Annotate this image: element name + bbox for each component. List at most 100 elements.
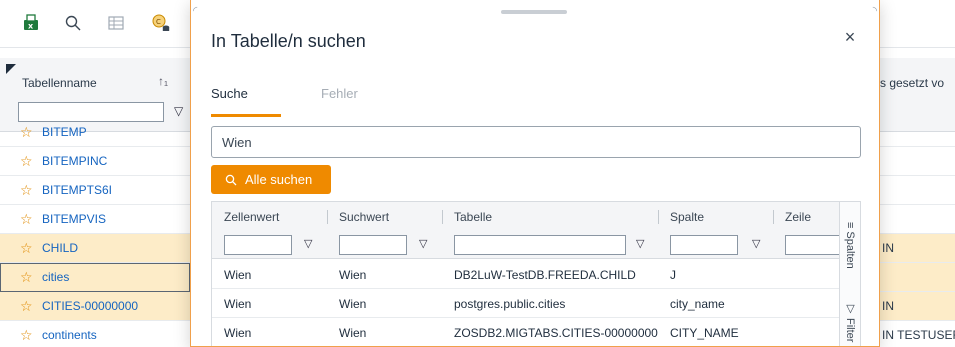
search-all-label: Alle suchen [245,172,313,187]
result-row[interactable]: Wien Wien postgres.public.cities city_name [212,289,840,318]
columns-side-tab[interactable]: ≡ Spalten [844,222,856,269]
close-button[interactable]: × [839,26,861,48]
table-row[interactable]: ☆ BITEMPINC [0,147,190,176]
cell-suchwert: Wien [339,268,367,282]
drag-handle[interactable] [501,10,567,14]
search-value-input[interactable] [211,126,861,158]
zeile-filter-input[interactable] [785,235,845,255]
table-name-link[interactable]: CITIES-00000000 [42,299,138,313]
table-name-link[interactable]: BITEMPTS6I [42,183,112,197]
favorite-star-icon[interactable]: ☆ [20,241,34,255]
results-header: Zellenwert Suchwert Tabelle Spalte Zeile [212,202,840,232]
zellenwert-filter-input[interactable] [224,235,292,255]
column-separator[interactable] [442,210,443,224]
search-in-tables-dialog: ◜ ◝ In Tabelle/n suchen × Suche Fehler A… [190,0,880,347]
cell-zellenwert: Wien [224,326,252,340]
cell-tabelle: DB2LuW-TestDB.FREEDA.CHILD [454,268,636,282]
resize-handle-left-icon[interactable]: ◜ [193,4,197,17]
tabelle-filter-input[interactable] [454,235,626,255]
cell-spalte: CITY_NAME [670,326,739,340]
cell-spalte: city_name [670,297,725,311]
column-header-tabellenname[interactable]: Tabellenname [22,76,97,90]
filter-icon[interactable]: ▽ [752,237,760,250]
columns-side-label: Spalten [844,231,856,269]
tab-fehler[interactable]: Fehler [321,84,358,101]
corner-indicator-icon [6,64,16,74]
table-row-right-cell: IN [870,234,955,263]
table-row-right-cell [870,118,955,147]
favorite-star-icon[interactable]: ☆ [20,183,34,197]
svg-text:C: C [156,18,161,26]
search-icon [225,174,237,185]
table-row[interactable]: ☆ BITEMPVIS [0,205,190,234]
favorite-star-icon[interactable]: ☆ [20,125,34,139]
clock-db-icon[interactable]: C [148,10,174,36]
favorite-star-icon[interactable]: ☆ [20,299,34,313]
cell-zellenwert: Wien [224,268,252,282]
column-header-zeile[interactable]: Zeile [785,210,811,224]
table-row[interactable]: ☆ BITEMP [0,118,190,147]
column-separator[interactable] [658,210,659,224]
table-row[interactable]: ☆ cities [0,263,190,292]
cell-zellenwert: Wien [224,297,252,311]
sort-ascending-icon[interactable]: ↑₁ [158,74,168,88]
table-name-link[interactable]: continents [42,328,97,342]
table-row[interactable]: ☆ BITEMPTS6I [0,176,190,205]
column-separator[interactable] [773,210,774,224]
table-name-link[interactable]: BITEMPVIS [42,212,106,226]
table-row-right-cell [870,205,955,234]
resize-handle-right-icon[interactable]: ◝ [873,4,877,17]
favorite-star-icon[interactable]: ☆ [20,154,34,168]
excel-export-icon[interactable]: x [18,10,44,36]
favorite-star-icon[interactable]: ☆ [20,212,34,226]
cell-suchwert: Wien [339,297,367,311]
search-icon[interactable] [60,10,86,36]
table-row[interactable]: ☆ CITIES-00000000 [0,292,190,321]
results-filter-row: ▽ ▽ ▽ ▽ [212,232,845,259]
filter-icon[interactable]: ▽ [174,104,183,118]
search-all-button[interactable]: Alle suchen [211,165,331,194]
svg-text:x: x [28,22,34,31]
grid-icon[interactable] [103,10,129,36]
dialog-title: In Tabelle/n suchen [211,31,366,51]
table-row-right-cell: IN [870,292,955,321]
favorite-star-icon[interactable]: ☆ [20,270,34,284]
result-row[interactable]: Wien Wien ZOSDB2.MIGTABS.CITIES-00000000 CI… [212,318,840,346]
cell-tabelle: postgres.public.cities [454,297,566,311]
column-header-tabelle[interactable]: Tabelle [454,210,492,224]
table-row-right-cell: IN TESTUSER [870,321,955,347]
close-icon: × [844,26,856,47]
cell-spalte: J [670,268,676,282]
table-name-link[interactable]: BITEMP [42,125,87,139]
filter-icon[interactable]: ▽ [304,237,312,250]
spalte-filter-input[interactable] [670,235,738,255]
table-row-right-cell [870,263,955,292]
columns-icon: ≡ [844,222,856,229]
cell-tabelle: ZOSDB2.MIGTABS.CITIES-00000000 [454,326,658,340]
table-row-right-cell [870,176,955,205]
column-header-spalte[interactable]: Spalte [670,210,704,224]
filter-side-label: Filter [844,318,856,343]
active-tab-indicator [211,114,281,117]
table-name-link[interactable]: cities [42,270,69,284]
table-row[interactable]: ☆ continents [0,321,190,347]
filter-icon[interactable]: ▽ [419,237,427,250]
dialog-tabs: Suche Fehler [211,84,861,124]
table-row[interactable]: ☆ CHILD [0,234,190,263]
filter-icon[interactable]: ▽ [636,237,644,250]
tab-suche[interactable]: Suche [211,84,248,101]
column-header-suchwert[interactable]: Suchwert [339,210,389,224]
suchwert-filter-input[interactable] [339,235,407,255]
result-row[interactable]: Wien Wien DB2LuW-TestDB.FREEDA.CHILD J [212,260,840,289]
column-separator[interactable] [327,210,328,224]
column-header-zellenwert[interactable]: Zellenwert [224,210,279,224]
cell-suchwert: Wien [339,326,367,340]
table-name-link[interactable]: CHILD [42,241,78,255]
favorite-star-icon[interactable]: ☆ [20,328,34,342]
column-header-gesetzt-von[interactable]: s gesetzt vo [880,76,944,90]
table-row-right-cell [870,147,955,176]
side-tool-panel: ≡ Spalten ▽ Filter [839,202,860,346]
filter-side-tab[interactable]: ▽ Filter [844,302,857,342]
filter-icon: ▽ [844,302,856,315]
table-name-link[interactable]: BITEMPINC [42,154,107,168]
